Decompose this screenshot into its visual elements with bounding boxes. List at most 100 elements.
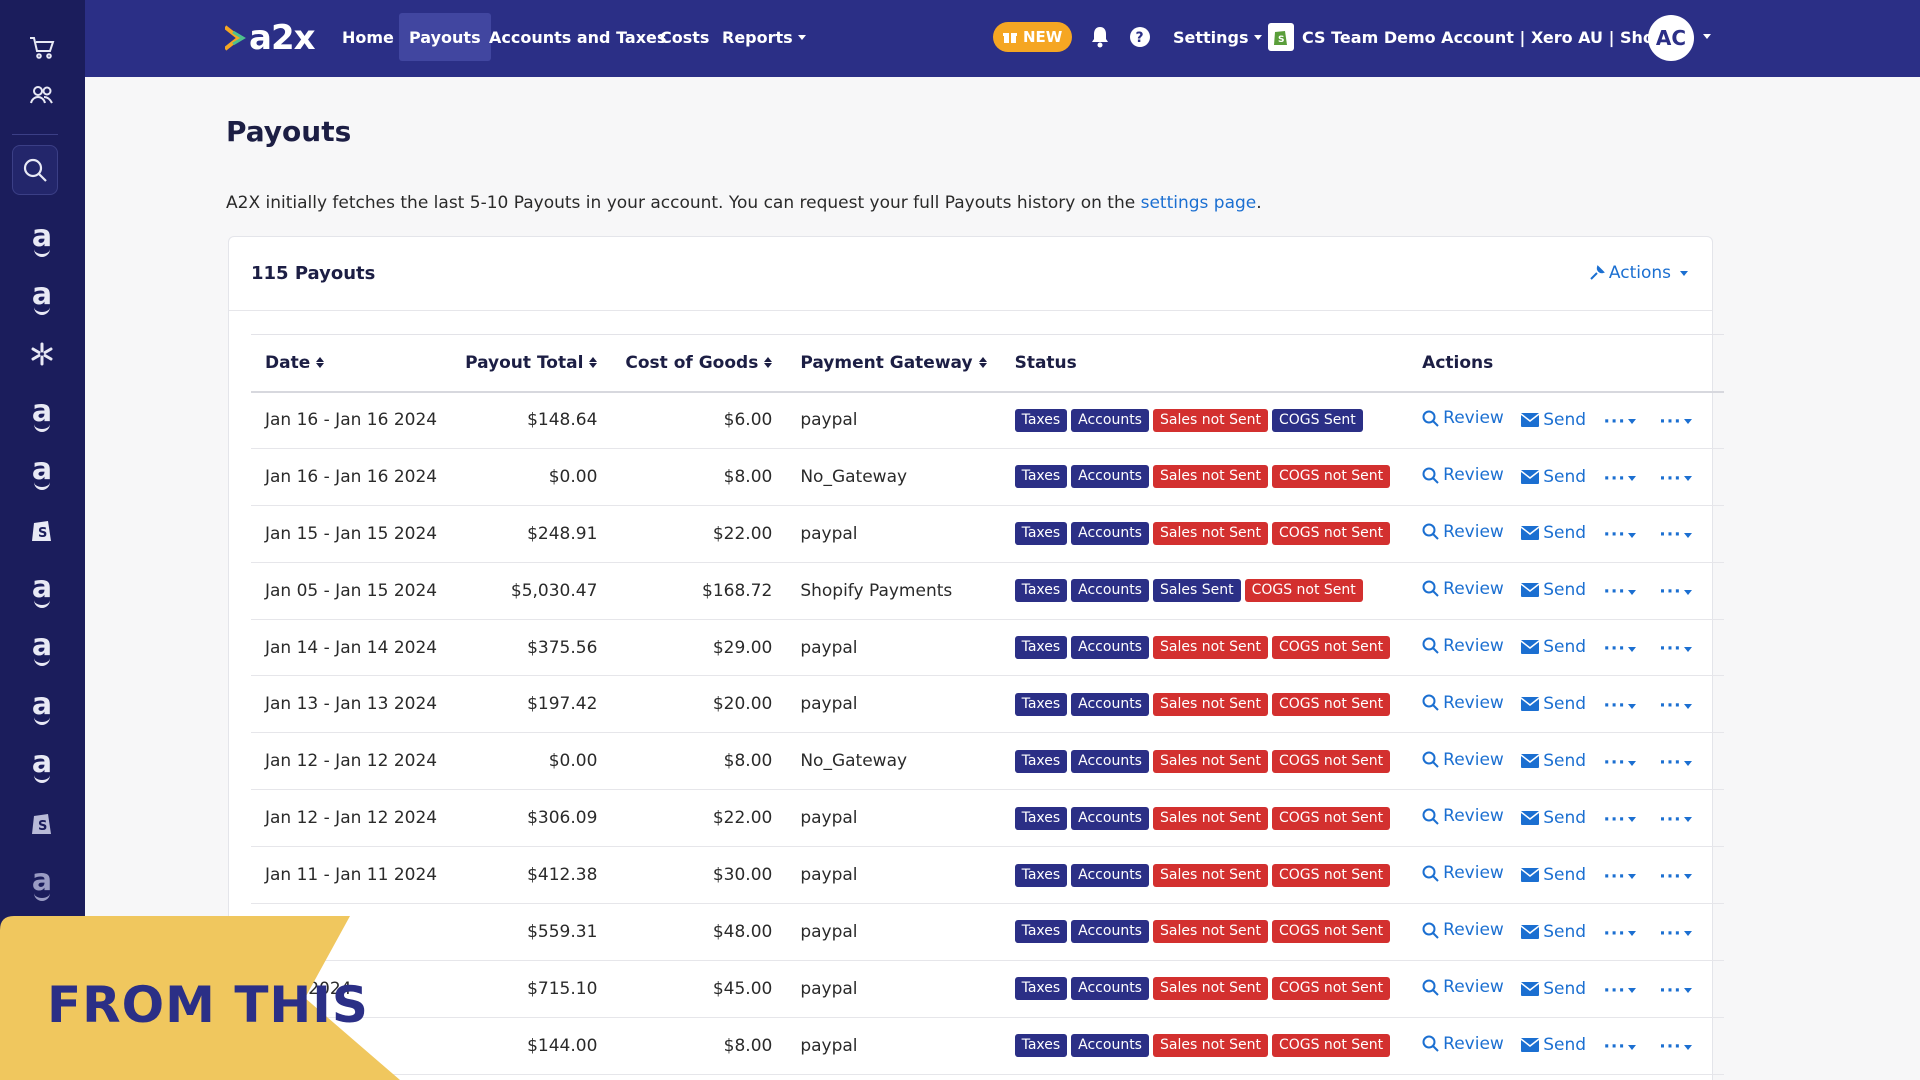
status-badge-sales[interactable]: Sales not Sent (1152, 465, 1268, 489)
chevron-down-icon[interactable] (1627, 760, 1636, 766)
more-icon[interactable]: ··· (1603, 412, 1625, 432)
status-badge-accounts[interactable]: Accounts (1071, 863, 1149, 887)
amazon-icon[interactable]: a (12, 681, 72, 729)
help-icon[interactable]: ? (1129, 26, 1151, 48)
amazon-icon[interactable]: a (12, 739, 72, 787)
status-badge-accounts[interactable]: Accounts (1071, 408, 1149, 432)
send-button[interactable]: Send (1521, 580, 1586, 600)
more-icon[interactable]: ··· (1603, 981, 1625, 1001)
send-button[interactable]: Send (1521, 637, 1586, 657)
review-button[interactable]: Review (1422, 920, 1504, 940)
a2x-logo[interactable]: a2x (225, 18, 316, 58)
status-badge-sales[interactable]: Sales not Sent (1152, 408, 1268, 432)
actions-dropdown[interactable]: Actions (1589, 263, 1688, 283)
more-icon[interactable]: ··· (1603, 810, 1625, 830)
status-badge-accounts[interactable]: Accounts (1071, 749, 1149, 773)
amazon-icon[interactable]: a (12, 857, 72, 905)
chevron-down-icon[interactable] (1683, 931, 1692, 937)
review-button[interactable]: Review (1422, 1034, 1504, 1054)
status-badge-accounts[interactable]: Accounts (1071, 522, 1149, 546)
status-badge-cogs[interactable]: COGS not Sent (1271, 863, 1391, 887)
status-badge-sales[interactable]: Sales not Sent (1152, 863, 1268, 887)
status-badge-cogs[interactable]: COGS not Sent (1271, 692, 1391, 716)
status-badge-taxes[interactable]: Taxes (1014, 1034, 1068, 1058)
status-badge-sales[interactable]: Sales not Sent (1152, 977, 1268, 1001)
more-icon[interactable]: ··· (1659, 1037, 1681, 1057)
status-badge-accounts[interactable]: Accounts (1071, 579, 1149, 603)
more-icon[interactable]: ··· (1659, 867, 1681, 887)
chevron-down-icon[interactable] (1627, 419, 1636, 425)
more-icon[interactable]: ··· (1659, 753, 1681, 773)
more-icon[interactable]: ··· (1659, 981, 1681, 1001)
more-icon[interactable]: ··· (1659, 696, 1681, 716)
chevron-down-icon[interactable] (1627, 646, 1636, 652)
status-badge-cogs[interactable]: COGS not Sent (1271, 920, 1391, 944)
status-badge-taxes[interactable]: Taxes (1014, 465, 1068, 489)
send-button[interactable]: Send (1521, 979, 1586, 999)
nav-reports[interactable]: Reports (712, 13, 816, 61)
chevron-down-icon[interactable] (1627, 532, 1636, 538)
more-icon[interactable]: ··· (1603, 639, 1625, 659)
more-icon[interactable]: ··· (1659, 525, 1681, 545)
chevron-down-icon[interactable] (1627, 874, 1636, 880)
review-button[interactable]: Review (1422, 579, 1504, 599)
bell-icon[interactable] (1090, 26, 1112, 48)
status-badge-cogs[interactable]: COGS not Sent (1271, 749, 1391, 773)
status-badge-taxes[interactable]: Taxes (1014, 636, 1068, 659)
more-icon[interactable]: ··· (1603, 753, 1625, 773)
users-icon[interactable] (12, 71, 72, 119)
send-button[interactable]: Send (1521, 865, 1586, 885)
review-button[interactable]: Review (1422, 636, 1504, 656)
nav-accounts-and-taxes[interactable]: Accounts and Taxes (479, 13, 676, 61)
header-date[interactable]: Date (251, 334, 452, 393)
nav-costs[interactable]: Costs (650, 13, 719, 61)
chevron-down-icon[interactable] (1683, 1044, 1692, 1050)
chevron-down-icon[interactable] (1683, 589, 1692, 595)
status-badge-sales[interactable]: Sales not Sent (1152, 522, 1268, 546)
chevron-down-icon[interactable] (1683, 988, 1692, 994)
amazon-icon[interactable]: a (12, 388, 72, 436)
status-badge-taxes[interactable]: Taxes (1014, 749, 1068, 773)
send-button[interactable]: Send (1521, 694, 1586, 714)
status-badge-taxes[interactable]: Taxes (1014, 806, 1068, 830)
status-badge-sales[interactable]: Sales not Sent (1152, 806, 1268, 830)
status-badge-sales[interactable]: Sales not Sent (1152, 692, 1268, 716)
chevron-down-icon[interactable] (1627, 817, 1636, 823)
header-payment-gateway[interactable]: Payment Gateway (786, 334, 1001, 393)
status-badge-taxes[interactable]: Taxes (1014, 977, 1068, 1001)
more-icon[interactable]: ··· (1603, 924, 1625, 944)
more-icon[interactable]: ··· (1659, 469, 1681, 489)
status-badge-taxes[interactable]: Taxes (1014, 522, 1068, 546)
more-icon[interactable]: ··· (1659, 582, 1681, 602)
shopify-icon[interactable]: S (12, 506, 72, 554)
send-button[interactable]: Send (1521, 922, 1586, 942)
settings-page-link[interactable]: settings page (1141, 193, 1257, 213)
review-button[interactable]: Review (1422, 806, 1504, 826)
chevron-down-icon[interactable] (1683, 874, 1692, 880)
status-badge-taxes[interactable]: Taxes (1014, 863, 1068, 887)
cart-icon[interactable] (12, 24, 72, 72)
nav-home[interactable]: Home (332, 13, 404, 61)
send-button[interactable]: Send (1521, 1035, 1586, 1055)
nav-settings[interactable]: Settings (1163, 13, 1272, 61)
chevron-down-icon[interactable] (1627, 703, 1636, 709)
status-badge-cogs[interactable]: COGS not Sent (1271, 465, 1391, 489)
chevron-down-icon[interactable] (1683, 703, 1692, 709)
chevron-down-icon[interactable] (1627, 988, 1636, 994)
more-icon[interactable]: ··· (1659, 810, 1681, 830)
review-button[interactable]: Review (1422, 522, 1504, 542)
more-icon[interactable]: ··· (1603, 696, 1625, 716)
amazon-icon[interactable]: a (12, 213, 72, 261)
status-badge-accounts[interactable]: Accounts (1071, 636, 1149, 659)
chevron-down-icon[interactable] (1627, 1044, 1636, 1050)
more-icon[interactable]: ··· (1603, 469, 1625, 489)
status-badge-sales[interactable]: Sales not Sent (1152, 636, 1268, 659)
send-button[interactable]: Send (1521, 523, 1586, 543)
chevron-down-icon[interactable] (1627, 589, 1636, 595)
status-badge-accounts[interactable]: Accounts (1071, 806, 1149, 830)
avatar[interactable]: AC (1648, 15, 1694, 61)
status-badge-taxes[interactable]: Taxes (1014, 579, 1068, 603)
status-badge-accounts[interactable]: Accounts (1071, 1034, 1149, 1058)
status-badge-taxes[interactable]: Taxes (1014, 920, 1068, 944)
status-badge-accounts[interactable]: Accounts (1071, 465, 1149, 489)
